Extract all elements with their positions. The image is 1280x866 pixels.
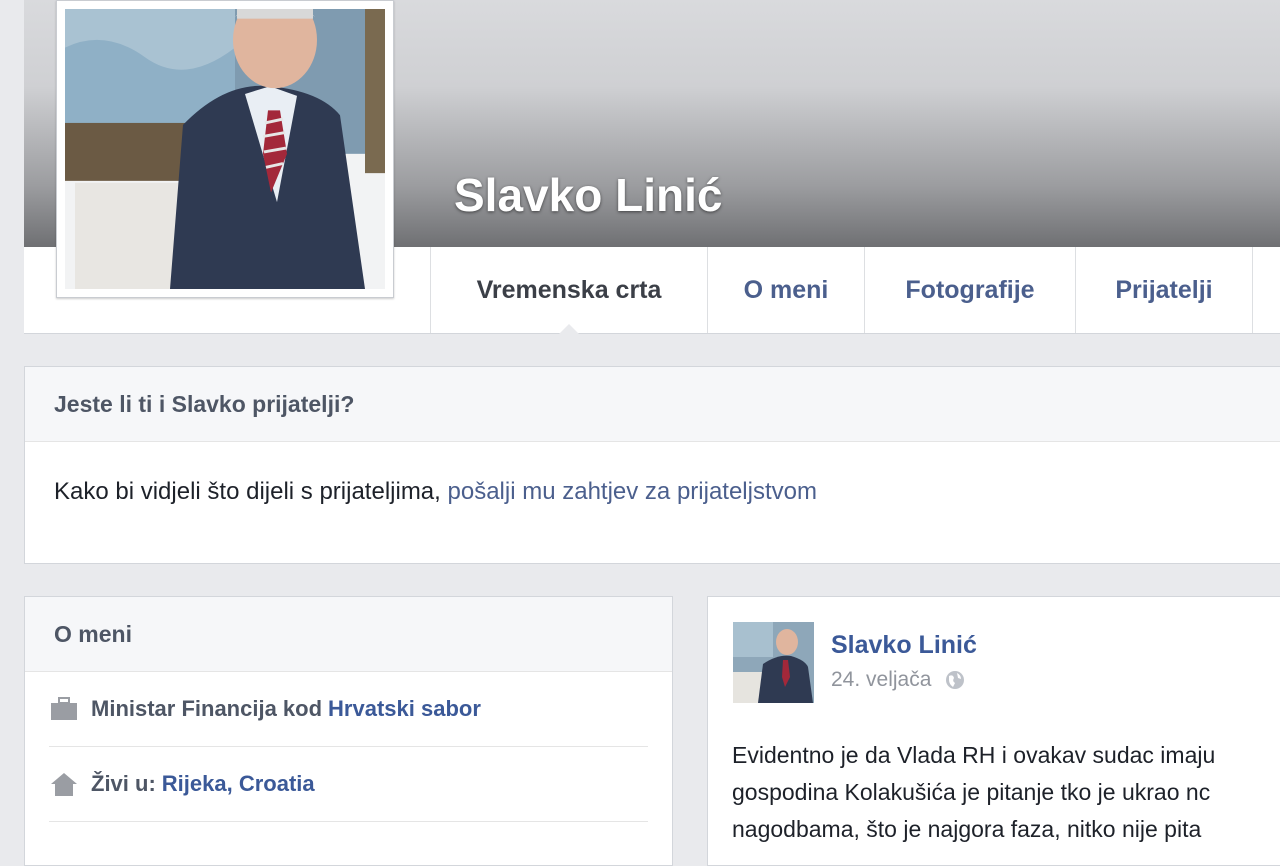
post-body: Evidentno je da Vlada RH i ovakav sudac … — [732, 737, 1280, 848]
about-title: O meni — [25, 597, 672, 672]
about-box: O meni Ministar Financija kod Hrvatski s… — [24, 596, 673, 866]
post-date-text[interactable]: 24. veljača — [831, 668, 931, 692]
friend-request-title: Jeste li ti i Slavko prijatelji? — [25, 367, 1280, 442]
post-timestamp: 24. veljača — [831, 668, 965, 692]
work-prefix: Ministar Financija kod — [91, 696, 323, 721]
about-lives-row: Živi u: Rijeka, Croatia — [49, 747, 648, 822]
home-icon — [51, 773, 77, 796]
briefcase-icon — [51, 697, 77, 720]
post-author-name[interactable]: Slavko Linić — [831, 631, 977, 660]
profile-picture[interactable] — [56, 0, 394, 298]
post-line: nagodbama, što je najgora faza, nitko ni… — [732, 816, 1202, 842]
friend-request-text: Kako bi vidjeli što dijeli s prijateljim… — [25, 442, 1280, 506]
tab-friends[interactable]: Prijatelji — [1075, 247, 1253, 333]
friend-request-message: Kako bi vidjeli što dijeli s prijateljim… — [54, 478, 441, 505]
profile-photo-image — [65, 9, 385, 289]
timeline-post: Slavko Linić 24. veljača Evidentno je da… — [707, 596, 1280, 866]
lives-prefix: Živi u: — [91, 771, 156, 796]
profile-tabs: Vremenska crta O meni Fotografije Prijat… — [430, 247, 1253, 334]
post-author-avatar[interactable] — [733, 622, 814, 703]
tab-about[interactable]: O meni — [707, 247, 864, 333]
globe-icon — [946, 671, 965, 689]
tab-timeline[interactable]: Vremenska crta — [430, 247, 707, 334]
post-line: Evidentno je da Vlada RH i ovakav sudac … — [732, 742, 1216, 768]
post-line: gospodina Kolakušića je pitanje tko je u… — [732, 779, 1211, 805]
about-work-row: Ministar Financija kod Hrvatski sabor — [49, 672, 648, 747]
work-link[interactable]: Hrvatski sabor — [328, 696, 481, 722]
send-friend-request-link[interactable]: pošalji mu zahtjev za prijateljstvom — [448, 478, 817, 505]
lives-link[interactable]: Rijeka, Croatia — [162, 771, 315, 797]
profile-name[interactable]: Slavko Linić — [454, 168, 722, 222]
friend-request-box: Jeste li ti i Slavko prijatelji? Kako bi… — [24, 366, 1280, 564]
tab-photos[interactable]: Fotografije — [864, 247, 1075, 333]
